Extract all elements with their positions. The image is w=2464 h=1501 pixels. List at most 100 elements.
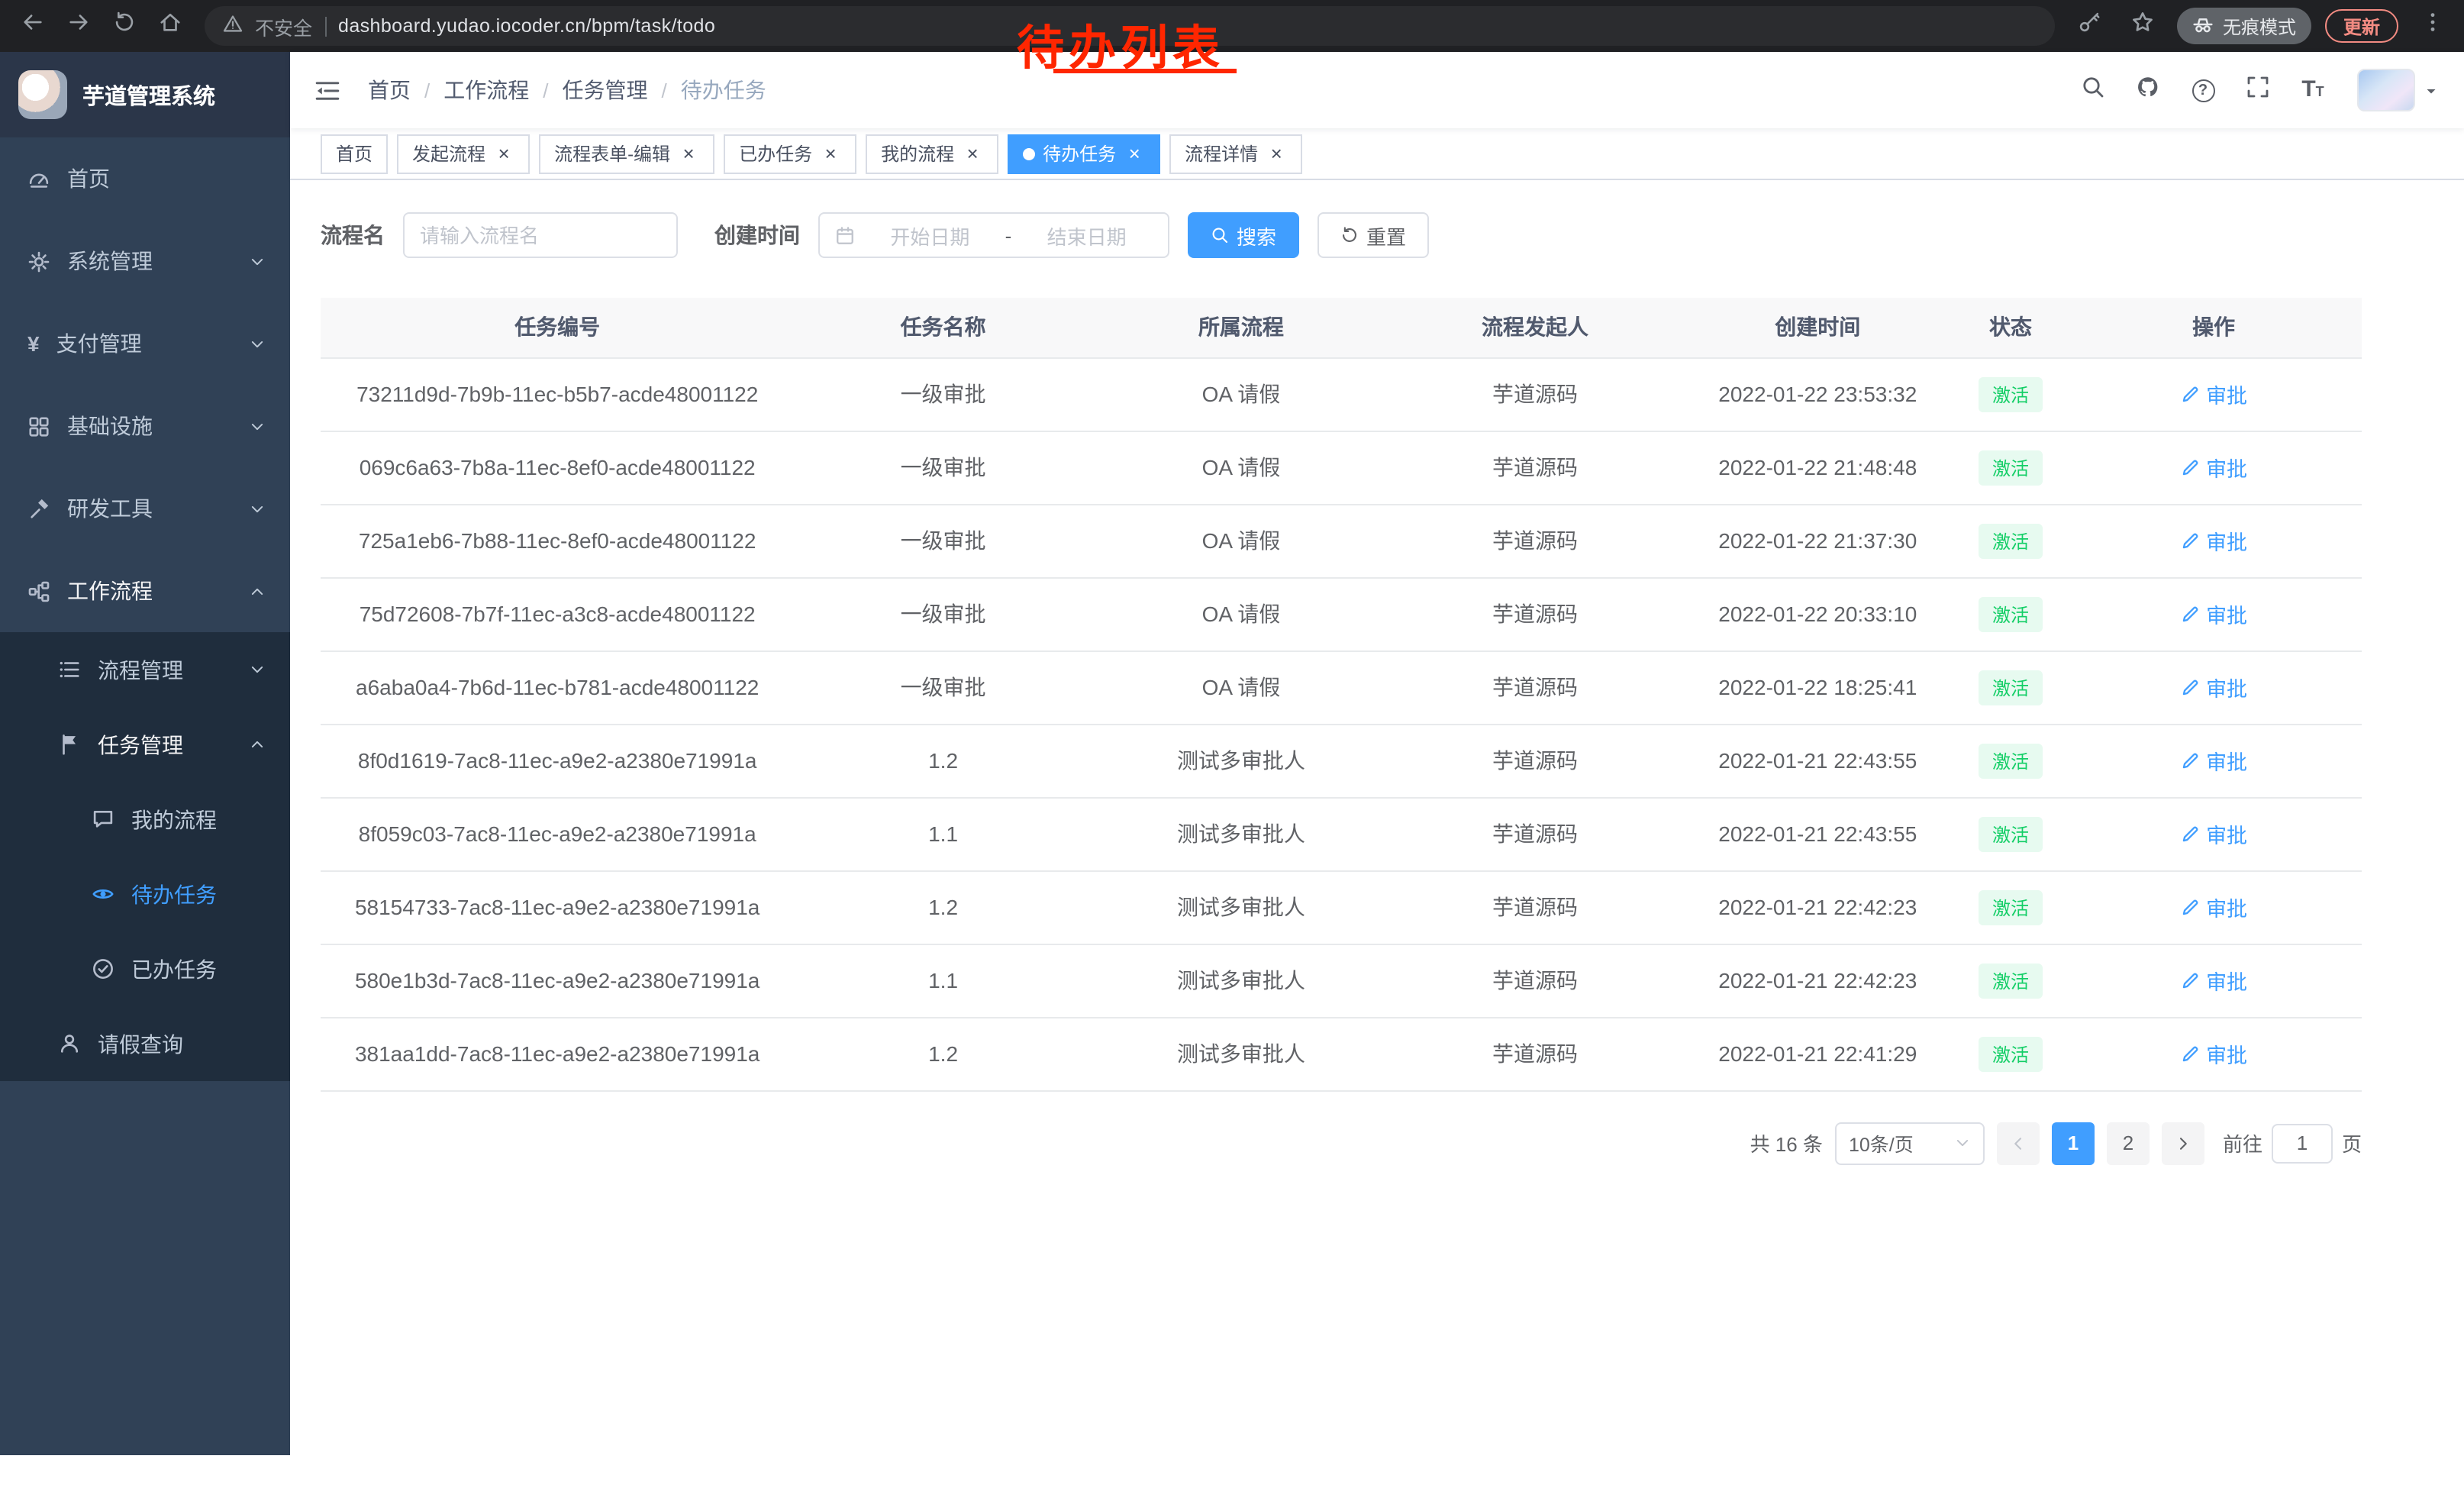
approve-button[interactable]: 审批 <box>2180 599 2247 629</box>
sidebar-item-devtools[interactable]: 研发工具 <box>0 467 290 550</box>
sidebar-item-label: 基础设施 <box>67 411 153 441</box>
gear-icon <box>27 250 50 273</box>
process-name-input[interactable] <box>403 212 678 258</box>
fullscreen-icon <box>2246 74 2270 106</box>
page-size-select[interactable]: 10条/页 <box>1835 1122 1985 1164</box>
sidebar-item-home[interactable]: 首页 <box>0 137 290 220</box>
home-icon <box>158 11 181 41</box>
sidebar-item-system[interactable]: 系统管理 <box>0 220 290 302</box>
table-row: 725a1eb6-7b88-11ec-8ef0-acde48001122一级审批… <box>321 504 2362 577</box>
cell-task-id: 580e1b3d-7ac8-11ec-a9e2-a2380e71991a <box>321 944 794 1017</box>
sidebar-item-payment[interactable]: ¥支付管理 <box>0 302 290 385</box>
workflow-icon <box>27 579 50 602</box>
sidebar-item-label: 已办任务 <box>131 954 217 984</box>
user-menu[interactable] <box>2357 69 2440 111</box>
next-page-button[interactable] <box>2162 1122 2204 1164</box>
goto-label: 前往 <box>2223 1128 2262 1157</box>
fontsize-button[interactable]: TT <box>2290 67 2336 113</box>
breadcrumb-item-1[interactable]: 工作流程 <box>443 75 529 105</box>
sidebar-item-process-management[interactable]: 流程管理 <box>0 632 290 707</box>
approve-button[interactable]: 审批 <box>2180 818 2247 849</box>
sidebar-item-leave-query[interactable]: 请假查询 <box>0 1006 290 1081</box>
approve-button[interactable]: 审批 <box>2180 525 2247 556</box>
cell-create-time: 2022-01-22 21:48:48 <box>1680 431 1956 504</box>
tab-home[interactable]: 首页 <box>321 134 388 173</box>
approve-button[interactable]: 审批 <box>2180 892 2247 922</box>
cell-action: 审批 <box>2066 431 2362 504</box>
create-time-label: 创建时间 <box>714 220 800 250</box>
breadcrumb-separator: / <box>424 79 430 102</box>
approve-button[interactable]: 审批 <box>2180 672 2247 702</box>
browser-update-button[interactable]: 更新 <box>2325 9 2398 43</box>
approve-button[interactable]: 审批 <box>2180 965 2247 996</box>
status-badge: 激活 <box>1979 450 2043 485</box>
tab-my-process[interactable]: 我的流程× <box>866 134 998 173</box>
infrastructure-icon <box>27 415 50 437</box>
page-button-2[interactable]: 2 <box>2107 1122 2150 1164</box>
prev-page-button[interactable] <box>1997 1122 2040 1164</box>
home-button[interactable] <box>150 6 189 46</box>
status-badge: 激活 <box>1979 743 2043 778</box>
reset-button[interactable]: 重置 <box>1317 212 1429 258</box>
approve-label: 审批 <box>2206 1038 2247 1069</box>
cell-action: 审批 <box>2066 504 2362 577</box>
browser-actions: 无痕模式 更新 <box>2070 6 2452 46</box>
sidebar-toggle-button[interactable] <box>314 77 340 103</box>
question-icon: ? <box>2191 79 2214 102</box>
question-button[interactable]: ? <box>2180 67 2226 113</box>
sidebar-item-task-management[interactable]: 任务管理 <box>0 707 290 782</box>
sidebar-item-workflow[interactable]: 工作流程 <box>0 550 290 632</box>
screenshot-root: 不安全 dashboard.yudao.iocoder.cn/bpm/task/… <box>0 0 2464 1501</box>
close-icon[interactable]: × <box>678 143 699 164</box>
forward-button[interactable] <box>58 6 98 46</box>
search-button[interactable]: 搜索 <box>1188 212 1299 258</box>
breadcrumb-item-2[interactable]: 任务管理 <box>563 75 648 105</box>
close-icon[interactable]: × <box>820 143 841 164</box>
dashboard-icon <box>27 167 50 190</box>
tab-done-tasks[interactable]: 已办任务× <box>724 134 856 173</box>
chevron-down-icon <box>249 335 266 352</box>
sidebar-item-infrastructure[interactable]: 基础设施 <box>0 385 290 467</box>
cell-create-time: 2022-01-21 22:43:55 <box>1680 797 1956 870</box>
logo[interactable]: 芋道管理系统 <box>0 52 290 137</box>
back-button[interactable] <box>12 6 52 46</box>
close-icon[interactable]: × <box>1266 143 1287 164</box>
sidebar-item-my-process[interactable]: 我的流程 <box>0 782 290 857</box>
sidebar-item-done-tasks[interactable]: 已办任务 <box>0 931 290 1006</box>
bookmark-star-button[interactable] <box>2124 6 2163 46</box>
sidebar-item-label: 请假查询 <box>98 1028 183 1059</box>
tab-todo-tasks[interactable]: 待办任务× <box>1008 134 1160 173</box>
incognito-icon <box>2192 13 2214 39</box>
fullscreen-button[interactable] <box>2235 67 2281 113</box>
tab-process-detail[interactable]: 流程详情× <box>1169 134 1302 173</box>
cell-status: 激活 <box>1956 504 2066 577</box>
url-text: dashboard.yudao.iocoder.cn/bpm/task/todo <box>338 15 715 37</box>
approve-button[interactable]: 审批 <box>2180 745 2247 776</box>
close-icon[interactable]: × <box>493 143 514 164</box>
chevron-down-icon <box>1954 1135 1971 1151</box>
goto-page-input[interactable] <box>2272 1123 2333 1163</box>
breadcrumb-item-0[interactable]: 首页 <box>368 75 411 105</box>
approve-button[interactable]: 审批 <box>2180 452 2247 483</box>
approve-button[interactable]: 审批 <box>2180 1038 2247 1069</box>
reload-button[interactable] <box>104 6 144 46</box>
date-range-picker[interactable]: 开始日期 - 结束日期 <box>818 212 1169 258</box>
search-button[interactable] <box>2070 67 2116 113</box>
close-icon[interactable]: × <box>1124 143 1145 164</box>
approve-button[interactable]: 审批 <box>2180 379 2247 409</box>
browser-menu-button[interactable] <box>2412 6 2452 46</box>
sidebar-item-todo-tasks[interactable]: 待办任务 <box>0 857 290 931</box>
close-icon[interactable]: × <box>962 143 983 164</box>
column-header: 操作 <box>2066 298 2362 357</box>
warning-icon <box>223 14 243 38</box>
page-button-1[interactable]: 1 <box>2052 1122 2095 1164</box>
github-button[interactable] <box>2125 67 2171 113</box>
password-key-button[interactable] <box>2070 6 2110 46</box>
edit-icon <box>2180 970 2200 990</box>
tab-start-process[interactable]: 发起流程× <box>397 134 530 173</box>
tab-label: 流程表单-编辑 <box>554 140 670 166</box>
cell-process: 测试多审批人 <box>1092 1017 1390 1090</box>
cell-task-name: 一级审批 <box>794 357 1092 431</box>
cell-task-id: 381aa1dd-7ac8-11ec-a9e2-a2380e71991a <box>321 1017 794 1090</box>
tab-form-edit[interactable]: 流程表单-编辑 × <box>539 134 714 173</box>
